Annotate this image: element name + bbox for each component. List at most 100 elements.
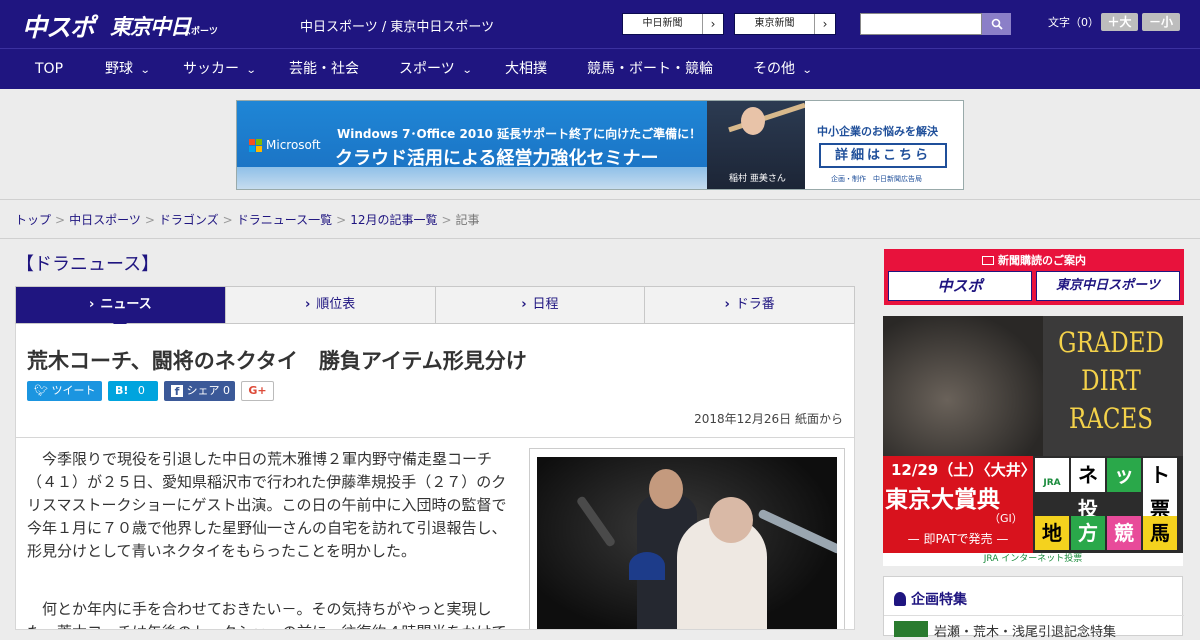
nav-item-label: その他 [753,61,795,77]
banner-person-image: 稲村 亜美さん [707,101,806,189]
article-paragraph: 何とか年内に手を合わせておきたい－。その気持ちがやっと実現した。荒木コーチは午後… [27,600,507,629]
font-smaller-button[interactable]: －小 [1142,13,1180,31]
bat-shape [757,508,837,555]
microsoft-logo: Microsoft [249,138,321,152]
tweet-label: ツイート [51,384,96,397]
child-head-figure [709,497,753,543]
ad-title-line: DIRT [1081,364,1141,397]
feature-box: 企画特集 岩瀬・荒木・浅尾引退記念特集 [883,576,1184,640]
ad-pat-text: — 即PATで発売 — [907,532,1009,546]
banner-subheadline: Windows 7･Office 2010 延長サポート終了に向けたご準備に！ [337,127,702,141]
top-header: 中スポ 東京中日 スポーツ 中日スポーツ / 東京中日スポーツ 中日新聞 › 東… [0,0,1200,48]
ad-tiles-panel: JRA ネ ッ ト 投 票 地 方 競 馬 [1033,456,1183,553]
banner-credit: 企画・制作 中日新聞広告局 [831,175,922,183]
breadcrumb-separator: > [222,213,233,227]
banner-ad[interactable]: Microsoft Windows 7･Office 2010 延長サポート終了… [236,100,964,190]
subscribe-tokyo-chunichi-button[interactable]: 東京中日スポーツ [1036,271,1180,301]
breadcrumb-dora-news-list[interactable]: ドラニュース一覧 [237,213,332,227]
tab-news[interactable]: › ニュース [16,287,226,331]
banner-person-name: 稲村 亜美さん [729,174,786,184]
nav-item-baseball[interactable]: 野球 ⌄ [105,49,151,89]
article-body: 今季限りで現役を引退した中日の荒木雅博２軍内野守備走塁コーチ（４１）が２５日、愛… [15,438,855,630]
section-title: 【ドラニュース】 [16,254,160,275]
breadcrumb-december-articles[interactable]: 12月の記事一覧 [350,213,437,227]
chunichi-shimbun-link[interactable]: 中日新聞 › [622,13,724,35]
nav-item-label: スポーツ [399,61,455,77]
chevron-down-icon: ⌄ [245,65,257,76]
breadcrumb-bar: トップ > 中日スポーツ > ドラゴンズ > ドラニュース一覧 >12月の記事一覧 > 記事 [0,199,1200,239]
banner-headline: クラウド活用による経営力強化セミナー [335,148,659,169]
tab-label: 日程 [532,297,559,312]
ad-title: GRADED DIRT RACES [1054,324,1169,438]
nav-item-label: 競馬・ボート・競輪 [587,61,713,77]
tab-dora-ban[interactable]: › ドラ番 [645,287,854,323]
ad-footer: JRA インターネット投票 [883,553,1183,566]
subscription-title: 新聞購読のご案内 [884,252,1184,268]
breadcrumb-current: 記事 [455,213,480,227]
nav-item-entertainment[interactable]: 芸能・社会 [289,49,359,89]
chevron-right-icon: › [710,17,716,31]
nav-item-other[interactable]: その他 ⌄ [753,49,813,89]
nav-item-label: 大相撲 [505,61,547,77]
facebook-share-button[interactable]: f シェア 0 [164,381,235,401]
article-photo[interactable] [529,448,845,629]
breadcrumb-separator: > [441,213,452,227]
logo-tokyo-chunichi[interactable]: 東京中日 [110,11,191,41]
chunichi-shimbun-label: 中日新聞 [623,14,703,34]
tab-standings[interactable]: › 順位表 [226,287,436,323]
breadcrumb-separator: > [144,213,155,227]
ad-race-grade: （GI） [989,512,1023,525]
nav-item-label: TOP [35,61,64,77]
tokyo-shimbun-label: 東京新聞 [735,14,815,34]
logo-chuspo[interactable]: 中スポ [22,8,95,44]
child-cap-figure [629,552,665,580]
hatena-icon: B! [115,384,129,397]
site-name: 中日スポーツ / 東京中日スポーツ [300,20,495,35]
ad-title-line: GRADED [1058,326,1164,359]
chevron-down-icon: ⌄ [139,65,151,76]
subscribe-chuspo-button[interactable]: 中スポ [888,271,1032,301]
search-button[interactable] [982,13,1011,35]
facebook-icon: f [171,385,183,398]
jra-logo: JRA [1035,458,1069,492]
sidebar-ad[interactable]: GRADED DIRT RACES 12/29（土）〈大井〉 東京大賞典 （GI… [883,316,1183,566]
logo-tokyo-sports: スポーツ [182,27,218,37]
google-plus-button[interactable]: G+ [241,381,274,401]
man-head-figure [649,469,683,509]
chevron-right-icon: › [89,297,95,312]
tab-label: ドラ番 [735,297,775,312]
nav-item-soccer[interactable]: サッカー ⌄ [183,49,257,89]
breadcrumb: トップ > 中日スポーツ > ドラゴンズ > ドラニュース一覧 >12月の記事一覧 > 記事 [15,211,480,228]
breadcrumb-separator: > [336,213,347,227]
tab-schedule[interactable]: › 日程 [436,287,646,323]
hatena-bookmark-button[interactable]: B! 0 [108,381,158,401]
feature-thumbnail[interactable] [894,621,928,637]
ad-tile: 馬 [1143,516,1177,550]
bat-shape [575,495,617,548]
breadcrumb-dragons[interactable]: ドラゴンズ [159,213,219,227]
breadcrumb-chunichi-sports[interactable]: 中日スポーツ [69,213,141,227]
nav-item-sumo[interactable]: 大相撲 [505,49,547,89]
tokyo-shimbun-link[interactable]: 東京新聞 › [734,13,836,35]
font-bigger-button[interactable]: ＋大 [1101,13,1138,31]
facebook-share-count: 0 [223,384,230,397]
banner-side-text: 中小企業のお悩みを解決 [817,125,938,138]
banner-details-button[interactable]: 詳細はこちら [819,143,947,168]
ad-race-name: 東京大賞典 [885,486,1000,513]
feature-item-link[interactable]: 岩瀬・荒木・浅尾引退記念特集 [934,621,1116,640]
chevron-right-icon: › [822,17,828,31]
horse-racing-image [883,316,1043,456]
nav-item-top[interactable]: TOP [35,49,63,89]
twitter-bird-icon: 🐦︎ [34,384,48,397]
nav-item-sports[interactable]: スポーツ ⌄ [399,49,472,89]
nav-item-racing[interactable]: 競馬・ボート・競輪 [587,49,713,89]
tab-label: 順位表 [316,297,356,312]
breadcrumb-separator: > [55,213,66,227]
tweet-button[interactable]: 🐦︎ ツイート [27,381,102,401]
chevron-right-icon: › [304,297,311,312]
microsoft-squares-icon [249,138,262,152]
nav-item-label: 芸能・社会 [289,61,359,77]
breadcrumb-top[interactable]: トップ [15,213,51,227]
search-input[interactable] [860,13,982,35]
medal-icon [894,592,906,606]
